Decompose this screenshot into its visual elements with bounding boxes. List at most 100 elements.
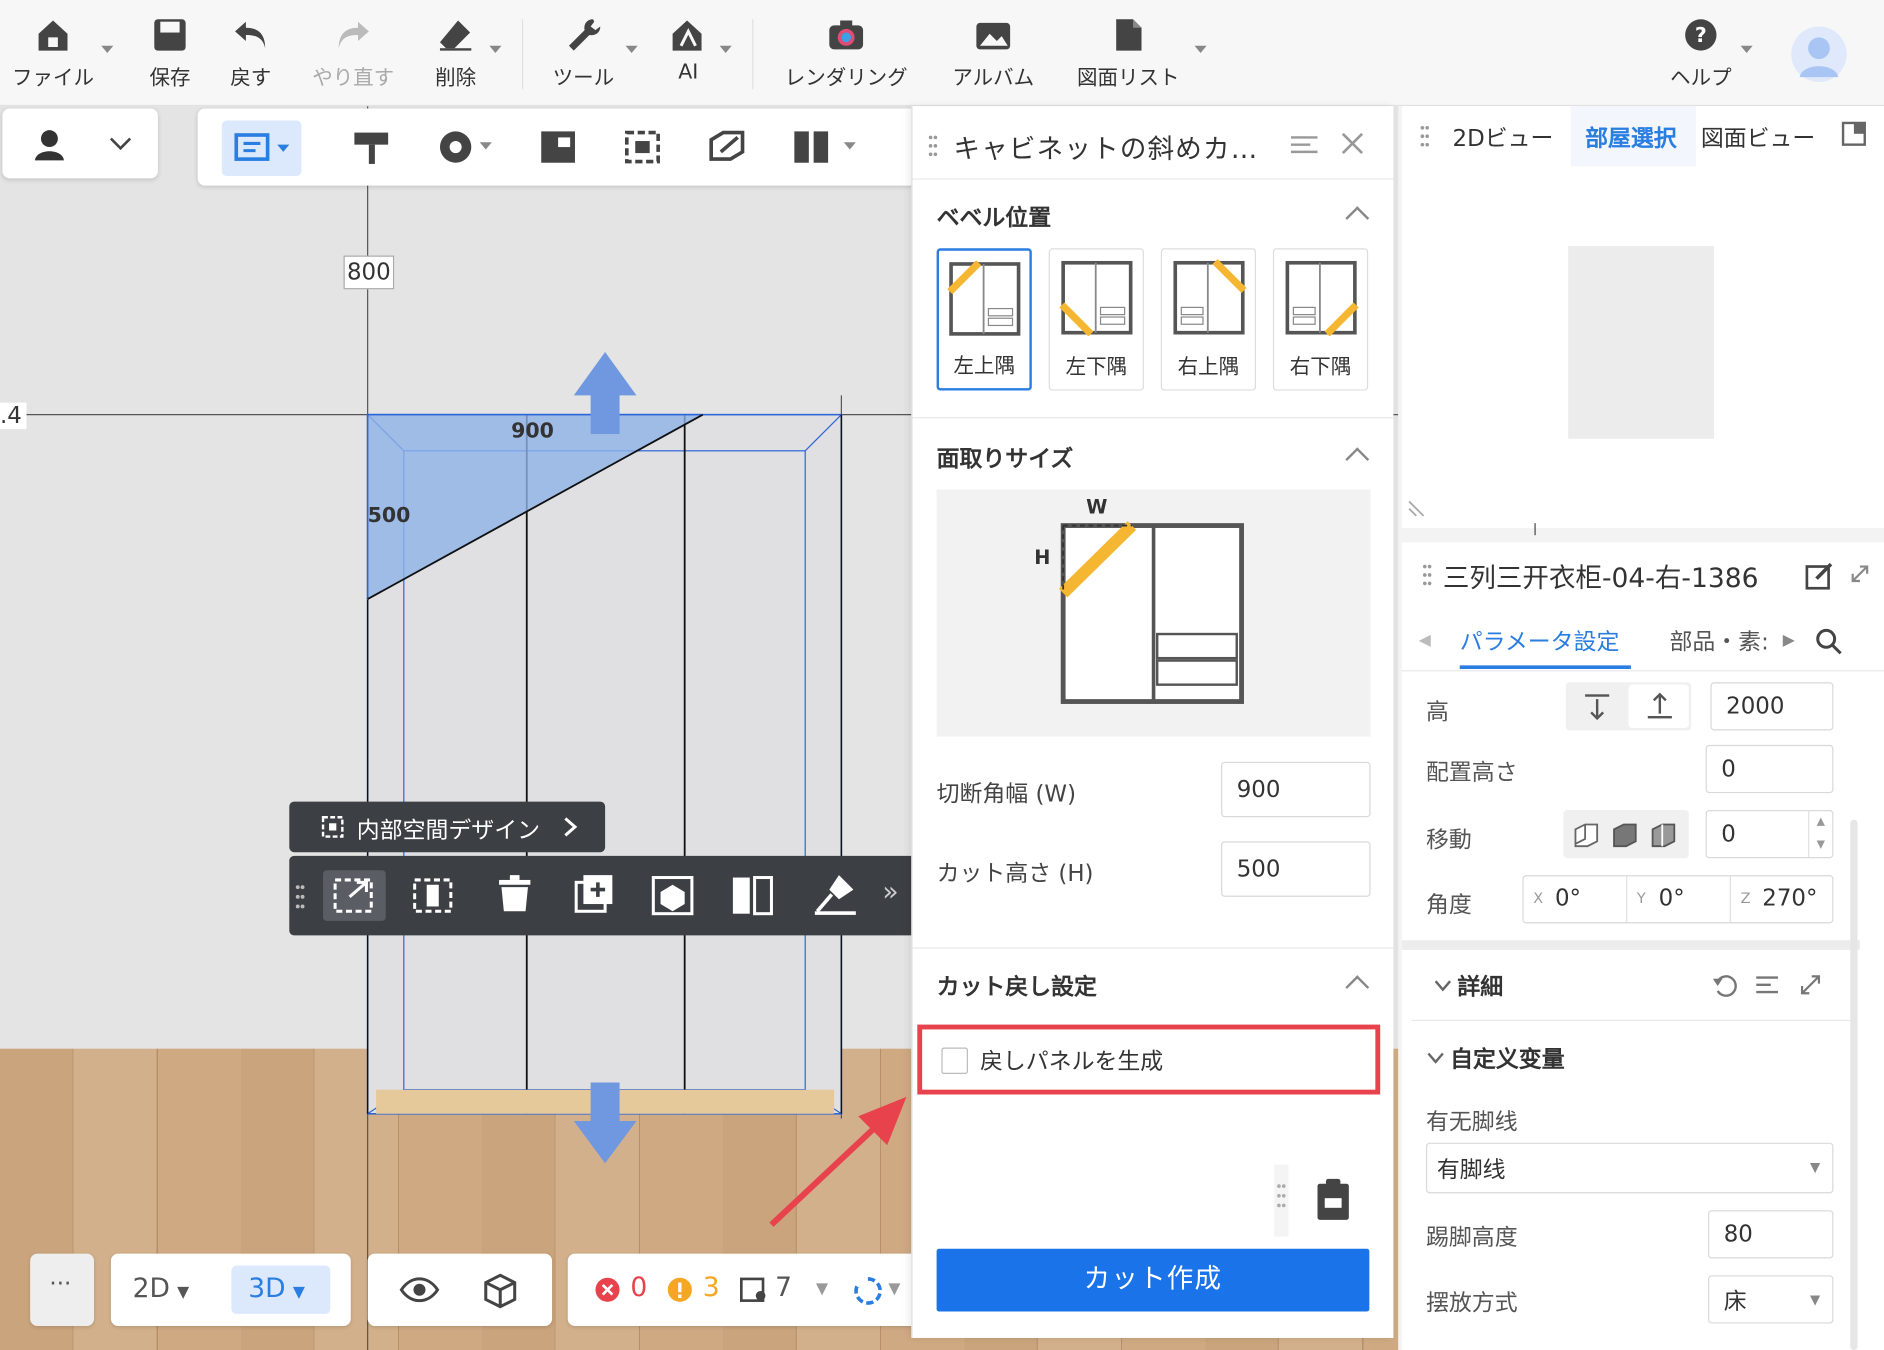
resize-button[interactable] — [323, 870, 386, 921]
more-label: ··· — [49, 1270, 72, 1298]
details-chevron-icon[interactable] — [1433, 979, 1452, 993]
bevel-top-left-option[interactable]: 左上隅 — [936, 248, 1032, 391]
duplicate-icon[interactable] — [569, 870, 622, 921]
eye-icon[interactable] — [399, 1275, 440, 1304]
move-input[interactable]: 0 ▲ ▼ — [1705, 810, 1834, 859]
cube-y-icon[interactable] — [1609, 820, 1640, 849]
warning-icon[interactable] — [667, 1277, 694, 1304]
more-actions-icon[interactable]: » — [882, 878, 911, 908]
view-panel-drag-icon[interactable] — [1419, 123, 1431, 150]
align-top-icon[interactable] — [1583, 692, 1612, 721]
side-drag-handle-icon[interactable] — [1274, 1164, 1289, 1237]
trash-icon[interactable] — [489, 870, 542, 921]
angle-y-input[interactable]: Y 0° — [1627, 876, 1731, 923]
file-menu-button[interactable]: ファイル — [7, 17, 114, 91]
delete-button[interactable]: 削除 — [429, 17, 502, 91]
interior-design-button[interactable]: 内部空間デザイン — [289, 801, 606, 853]
baseline-select[interactable]: 有脚线 ▼ — [1425, 1142, 1834, 1194]
angle-x-input[interactable]: X 0° — [1524, 876, 1628, 923]
sync-dropdown-caret[interactable]: ▼ — [888, 1280, 900, 1298]
redo-button[interactable]: やり直す — [306, 17, 400, 91]
collapse-bevel-icon[interactable] — [1345, 206, 1370, 231]
brush-icon[interactable] — [810, 870, 863, 921]
generate-back-panel-row[interactable]: 戻しパネルを生成 — [917, 1024, 1381, 1095]
rendering-button[interactable]: レンダリング — [781, 17, 911, 91]
cube-x-icon[interactable] — [1571, 820, 1602, 849]
split-icon[interactable] — [791, 128, 863, 167]
collapse-panel-icon[interactable] — [1289, 133, 1320, 157]
tools-menu-button[interactable]: ツール — [548, 17, 638, 91]
clipboard-icon[interactable] — [1315, 1176, 1351, 1222]
palette-icon[interactable] — [436, 128, 496, 167]
edit-surface-icon[interactable] — [706, 128, 747, 167]
height-input[interactable]: 2000 — [1710, 682, 1834, 731]
kick-height-input[interactable]: 80 — [1708, 1210, 1834, 1259]
cut-height-input[interactable]: 500 — [1221, 841, 1371, 897]
tab-prev-icon[interactable]: ◀ — [1419, 632, 1431, 650]
drag-handle-icon[interactable] — [294, 882, 306, 911]
tab-next-icon[interactable]: ▶ — [1783, 632, 1795, 650]
bevel-top-right-option[interactable]: 右上隅 — [1160, 248, 1257, 391]
frame-select-icon[interactable] — [622, 128, 663, 167]
list-check-icon[interactable] — [739, 1277, 768, 1304]
resize-corner-icon[interactable] — [1407, 494, 1431, 518]
select-tool-button[interactable] — [221, 120, 302, 176]
layout-icon[interactable] — [538, 128, 579, 167]
box-icon[interactable] — [481, 1270, 520, 1309]
move-stepper[interactable]: ▲ ▼ — [1808, 811, 1832, 858]
collapse-cut-back-icon[interactable] — [1345, 975, 1370, 1000]
generate-back-panel-checkbox[interactable] — [941, 1047, 968, 1075]
cut-width-input[interactable]: 900 — [1221, 761, 1371, 818]
svg-text:?: ? — [1695, 23, 1707, 47]
panel-drag-handle-icon[interactable] — [927, 133, 939, 160]
view-3d-button[interactable]: 3D ▼ — [231, 1265, 331, 1314]
bevel-bottom-left-option[interactable]: 左下隅 — [1048, 248, 1144, 391]
create-cut-button[interactable]: カット作成 — [936, 1248, 1370, 1312]
tab-parts[interactable]: 部品・素: — [1669, 624, 1768, 657]
dimension-label-top[interactable]: 800 — [343, 255, 395, 290]
status-dropdown-caret[interactable]: ▼ — [816, 1280, 828, 1298]
tab-2d-view[interactable]: 2Dビュー — [1453, 121, 1554, 154]
more-button[interactable]: ··· — [30, 1253, 95, 1326]
window-icon[interactable] — [1841, 121, 1868, 148]
angle-z-input[interactable]: Z 270° — [1731, 876, 1835, 922]
scrollbar[interactable] — [1850, 819, 1858, 1350]
bevel-bottom-right-option[interactable]: 右下隅 — [1272, 248, 1369, 391]
room-thumbnail[interactable] — [1568, 245, 1715, 439]
expand-icon[interactable] — [1848, 562, 1872, 586]
error-icon[interactable] — [594, 1277, 621, 1304]
tab-parameters[interactable]: パラメータ設定 — [1460, 624, 1620, 657]
error-count: 0 — [630, 1272, 648, 1304]
help-button[interactable]: ? ヘルプ — [1666, 17, 1753, 91]
close-icon[interactable] — [1339, 130, 1366, 157]
edit-icon[interactable] — [1804, 559, 1835, 590]
placement-height-input[interactable]: 0 — [1705, 744, 1834, 794]
properties-drag-icon[interactable] — [1421, 562, 1433, 589]
user-avatar[interactable] — [1791, 26, 1847, 82]
door-panel-icon[interactable] — [728, 870, 781, 921]
view-mode-selector[interactable] — [2, 108, 158, 179]
cube-z-icon[interactable] — [1648, 820, 1679, 849]
placement-method-select[interactable]: 床 ▼ — [1708, 1275, 1834, 1324]
shield-check-icon[interactable] — [649, 870, 702, 921]
collapse-chamfer-icon[interactable] — [1345, 447, 1370, 472]
drawing-list-button[interactable]: 図面リスト — [1072, 17, 1207, 91]
search-icon[interactable] — [1814, 627, 1843, 656]
reset-icon[interactable] — [1710, 972, 1739, 999]
align-bottom-icon[interactable] — [1645, 692, 1674, 721]
save-button[interactable]: 保存 — [142, 17, 197, 91]
tab-drawing-view[interactable]: 図面ビュー — [1701, 121, 1816, 154]
paint-roller-icon[interactable] — [352, 130, 393, 166]
view-2d-button[interactable]: 2D ▼ — [133, 1266, 222, 1314]
tab-room-select[interactable]: 部屋選択 — [1585, 121, 1677, 154]
ai-menu-button[interactable]: AI — [667, 17, 732, 84]
album-button[interactable]: アルバム — [947, 17, 1039, 91]
custom-vars-chevron-icon[interactable] — [1426, 1051, 1445, 1065]
expand-details-icon[interactable] — [1797, 972, 1824, 999]
filter-list-icon[interactable] — [1754, 974, 1783, 998]
undo-button[interactable]: 戻す — [224, 17, 277, 91]
sync-icon[interactable] — [852, 1275, 883, 1306]
column-select-icon[interactable] — [410, 870, 463, 921]
edit-tools-bar — [197, 108, 921, 186]
bevel-top-left-icon — [946, 260, 1020, 336]
